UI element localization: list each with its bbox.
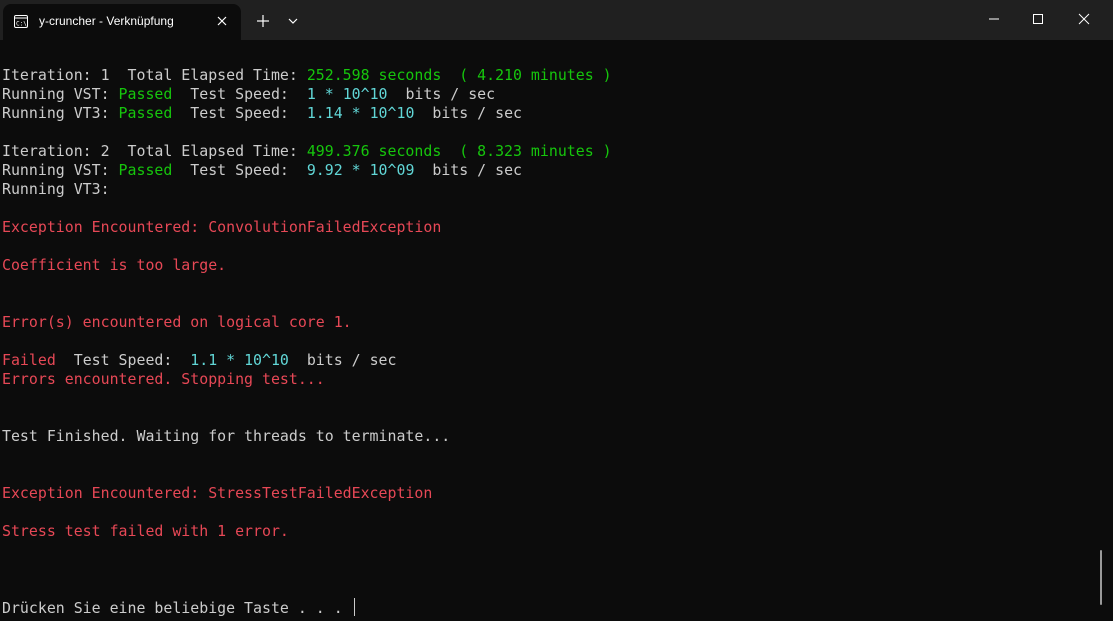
vt3-label: Running VT3: bbox=[2, 104, 119, 122]
test-finished: Test Finished. Waiting for threads to te… bbox=[2, 427, 451, 445]
coefficient-error: Coefficient is too large. bbox=[2, 256, 227, 274]
svg-text:C:\: C:\ bbox=[16, 21, 27, 28]
tab-y-cruncher[interactable]: C:\ y-cruncher - Verknüpfung bbox=[3, 4, 241, 40]
plus-icon[interactable] bbox=[253, 11, 273, 31]
errors-stopping: Errors encountered. Stopping test... bbox=[2, 370, 325, 388]
status-failed: Failed bbox=[2, 351, 56, 369]
speed-value: 1 * 10^10 bbox=[306, 85, 388, 103]
iteration-label: Iteration: 2 Total Elapsed Time: bbox=[2, 142, 307, 160]
speed-value: 1.14 * 10^10 bbox=[306, 104, 415, 122]
vt3-label: Running VT3: bbox=[2, 180, 110, 198]
scrollbar-thumb[interactable] bbox=[1100, 550, 1102, 605]
title-bar: C:\ y-cruncher - Verknüpfung bbox=[0, 0, 1113, 40]
close-icon[interactable] bbox=[215, 14, 229, 28]
terminal-output[interactable]: Iteration: 1 Total Elapsed Time: 252.598… bbox=[0, 40, 1098, 621]
exception-stresstest: Exception Encountered: StressTestFailedE… bbox=[2, 484, 433, 502]
prompt-text: Drücken Sie eine beliebige Taste . . . bbox=[2, 599, 352, 617]
tab-title: y-cruncher - Verknüpfung bbox=[39, 14, 174, 28]
failed-line: Failed Test Speed: 1.1 * 10^10 bits / se… bbox=[2, 351, 397, 370]
scrollbar-track[interactable] bbox=[1098, 40, 1113, 621]
elapsed-time: 499.376 seconds ( 8.323 minutes ) bbox=[306, 142, 612, 160]
status-passed: Passed bbox=[118, 85, 173, 103]
prompt-line: Drücken Sie eine beliebige Taste . . . bbox=[2, 598, 356, 617]
status-passed: Passed bbox=[118, 104, 173, 122]
stress-test-failed: Stress test failed with 1 error. bbox=[2, 522, 289, 540]
exception-convolution: Exception Encountered: ConvolutionFailed… bbox=[2, 218, 442, 236]
chevron-down-icon[interactable] bbox=[284, 12, 302, 30]
vst-line-1: Running VST: Passed Test Speed: 1 * 10^1… bbox=[2, 85, 495, 104]
vst-line-2: Running VST: Passed Test Speed: 9.92 * 1… bbox=[2, 161, 522, 180]
vst-label: Running VST: bbox=[2, 85, 119, 103]
minimize-button[interactable] bbox=[971, 0, 1017, 38]
close-window-button[interactable] bbox=[1061, 0, 1107, 38]
vt3-line-1: Running VT3: Passed Test Speed: 1.14 * 1… bbox=[2, 104, 522, 123]
vt3-line-2: Running VT3: bbox=[2, 180, 110, 199]
speed-unit: bits / sec bbox=[414, 161, 523, 179]
iteration-1-line: Iteration: 1 Total Elapsed Time: 252.598… bbox=[2, 66, 612, 85]
terminal-icon: C:\ bbox=[14, 15, 28, 28]
maximize-button[interactable] bbox=[1015, 0, 1061, 38]
speed-unit: bits / sec bbox=[414, 104, 523, 122]
elapsed-time: 252.598 seconds ( 4.210 minutes ) bbox=[306, 66, 612, 84]
iteration-2-line: Iteration: 2 Total Elapsed Time: 499.376… bbox=[2, 142, 612, 161]
speed-label: Test Speed: bbox=[55, 351, 191, 369]
speed-value: 1.1 * 10^10 bbox=[190, 351, 289, 369]
speed-value: 9.92 * 10^09 bbox=[306, 161, 415, 179]
maximize-icon bbox=[1033, 14, 1043, 24]
iteration-label: Iteration: 1 Total Elapsed Time: bbox=[2, 66, 307, 84]
status-passed: Passed bbox=[118, 161, 173, 179]
terminal-window: C:\ y-cruncher - Verknüpfung Iteration: … bbox=[0, 0, 1113, 621]
core-error: Error(s) encountered on logical core 1. bbox=[2, 313, 352, 331]
speed-unit: bits / sec bbox=[387, 85, 496, 103]
speed-label: Test Speed: bbox=[172, 161, 307, 179]
speed-label: Test Speed: bbox=[172, 85, 307, 103]
minimize-icon bbox=[989, 18, 999, 20]
close-icon bbox=[1078, 13, 1090, 25]
vst-label: Running VST: bbox=[2, 161, 119, 179]
text-cursor bbox=[353, 598, 356, 616]
speed-label: Test Speed: bbox=[172, 104, 307, 122]
speed-unit: bits / sec bbox=[288, 351, 397, 369]
